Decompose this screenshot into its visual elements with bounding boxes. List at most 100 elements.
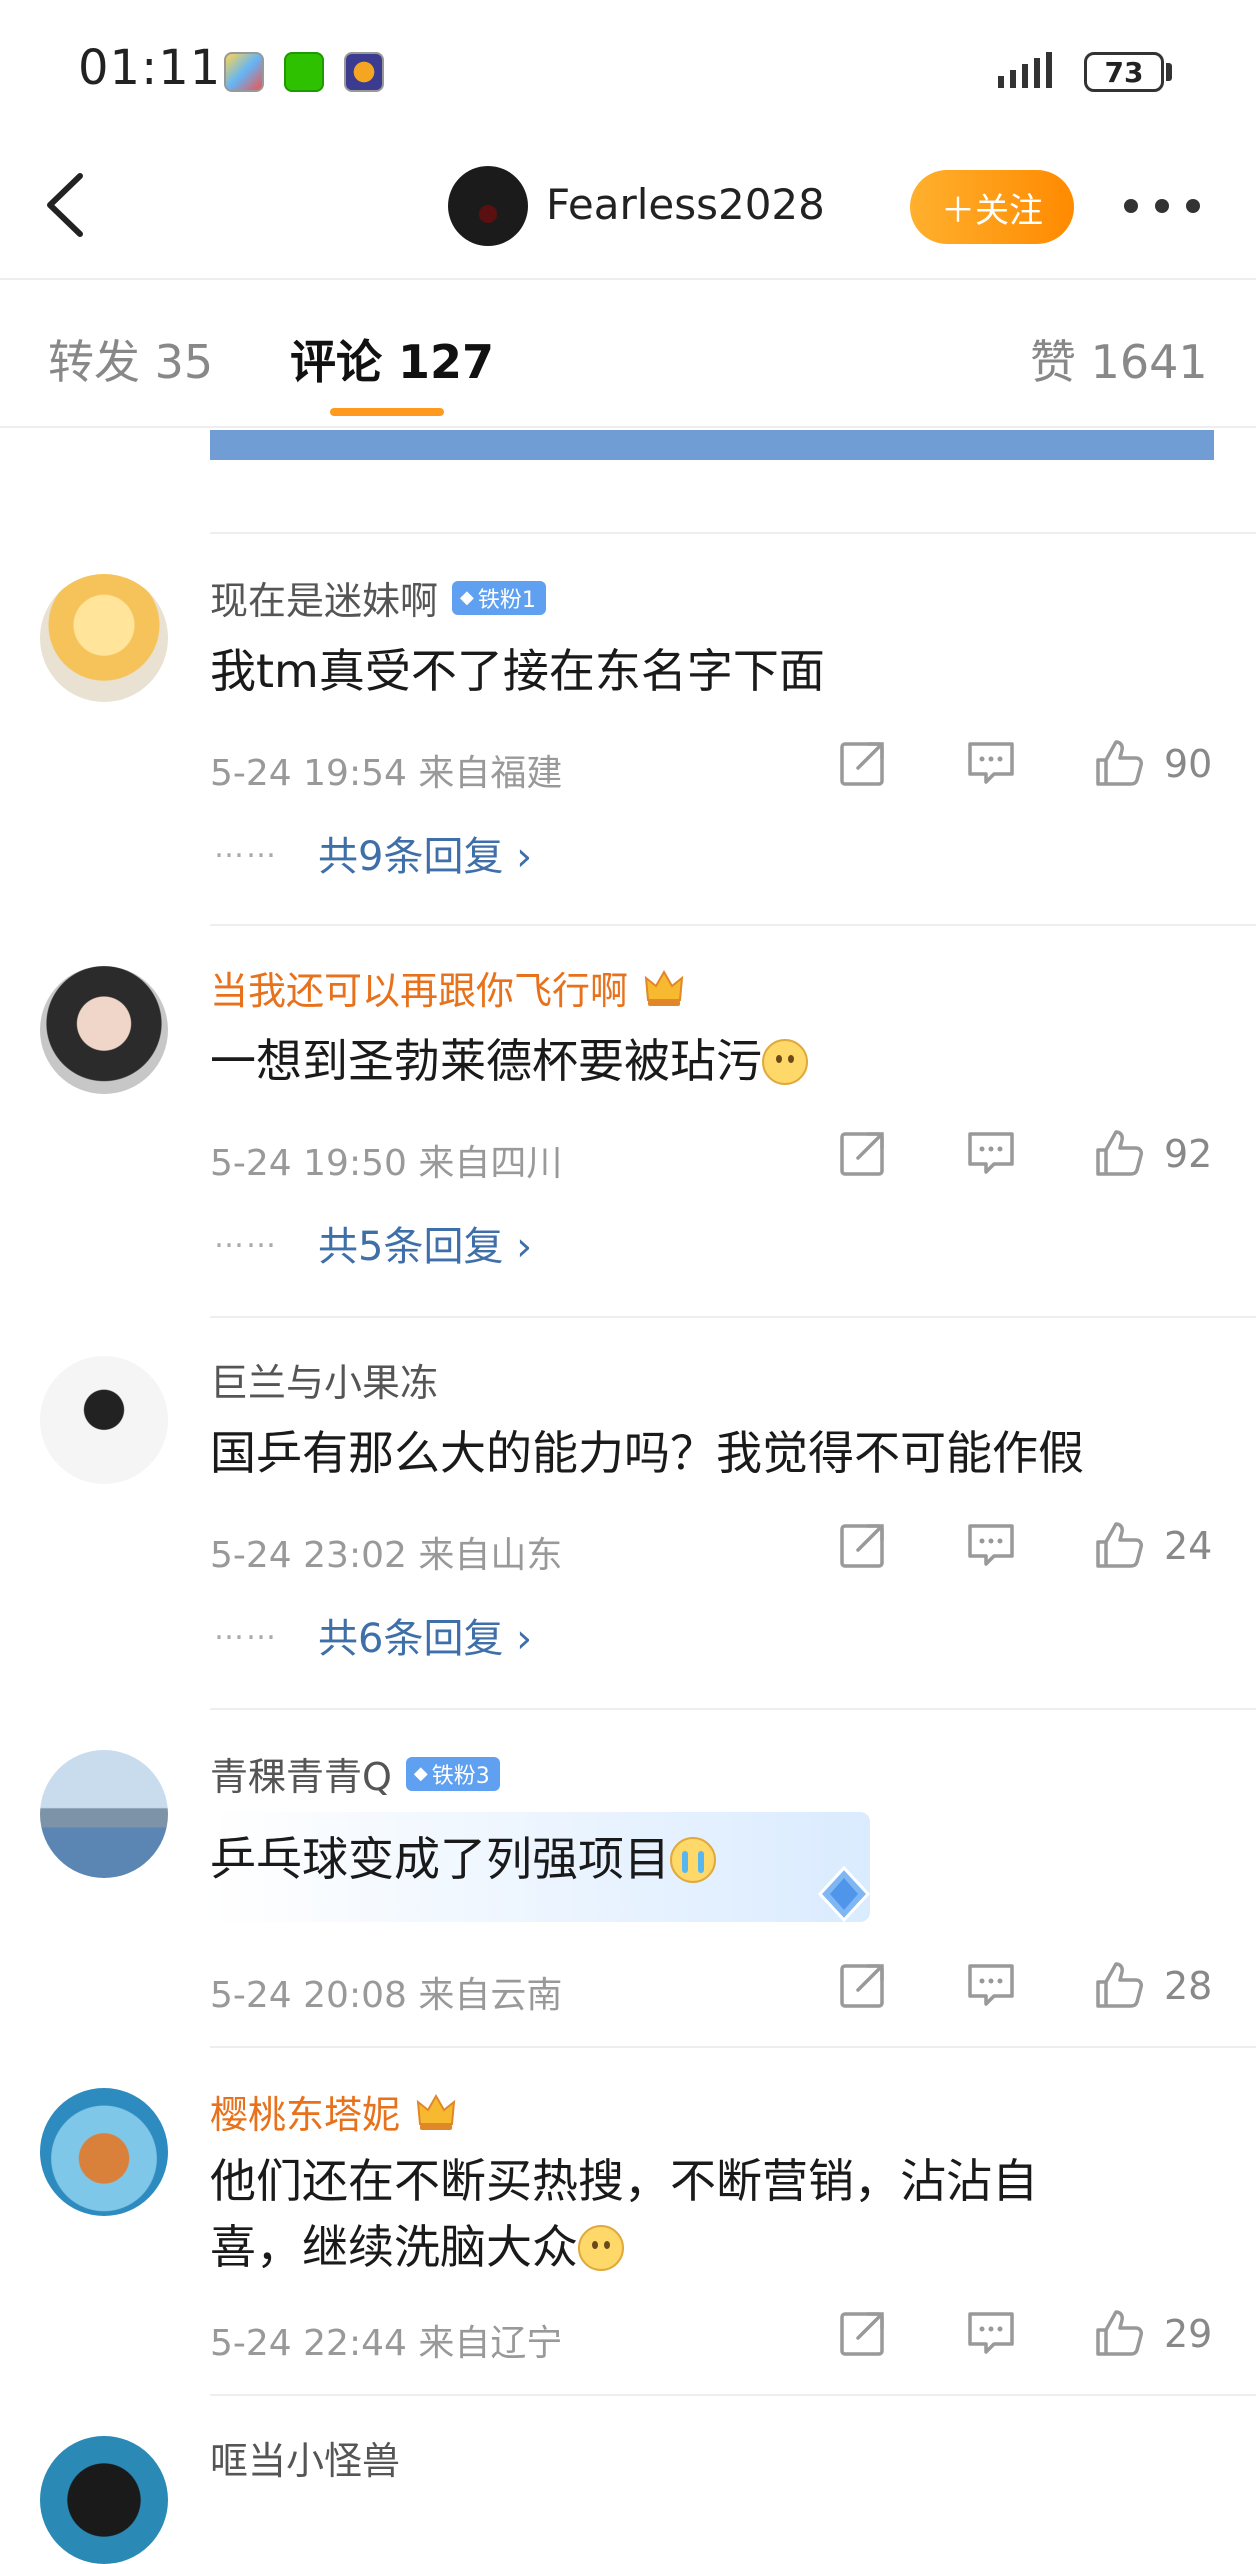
comment-divider [210, 1708, 1256, 1710]
comment-text: 乒乓球变成了列强项目 [210, 1826, 1170, 1892]
like-icon[interactable] [1092, 736, 1146, 790]
reply-dots: …… [214, 1220, 278, 1255]
reply-dots: …… [214, 830, 278, 865]
share-icon[interactable] [836, 1126, 890, 1180]
author-name[interactable]: Fearless2028 [546, 180, 825, 229]
battery-tip [1166, 63, 1172, 81]
comment-divider [210, 532, 1256, 534]
comment-icon[interactable] [964, 1518, 1018, 1572]
avatar[interactable] [40, 1750, 168, 1878]
battery-indicator: 73 [1084, 52, 1164, 92]
avatar[interactable] [40, 574, 168, 702]
comment-text: 我tm真受不了接在东名字下面 [210, 644, 825, 698]
avatar[interactable] [40, 2088, 168, 2216]
like-count: 92 [1164, 1132, 1213, 1176]
like-count: 29 [1164, 2312, 1213, 2356]
crown-icon [416, 2093, 456, 2130]
author-avatar[interactable] [448, 166, 528, 246]
comment-icon[interactable] [964, 736, 1018, 790]
diamond-icon: ◆ [460, 587, 474, 608]
comment-time: 5-24 22:44 [210, 2323, 407, 2364]
like-count: 24 [1164, 1524, 1213, 1568]
diamond-icon: ◆ [413, 1763, 428, 1784]
avatar[interactable] [40, 2436, 168, 2564]
tab-comments[interactable]: 评论 127 [290, 326, 494, 392]
comment-username[interactable]: 哐当小怪兽 [210, 2430, 400, 2485]
comment-divider [210, 2394, 1256, 2396]
comment-icon[interactable] [964, 2306, 1018, 2360]
share-icon[interactable] [836, 1958, 890, 2012]
comment-location: 来自福建 [418, 753, 563, 794]
comment-header: 现在是迷妹啊 ◆ 铁粉1 [210, 570, 546, 625]
view-replies-link[interactable]: 共6条回复 › [318, 1606, 532, 1664]
fan-badge-label: 铁粉3 [431, 1763, 490, 1789]
reply-dots: …… [214, 1612, 278, 1647]
comment-header: 当我还可以再跟你飞行啊 [210, 960, 686, 1015]
comment-divider [210, 1316, 1256, 1318]
comment-username[interactable]: 樱桃东塔妮 [210, 2084, 400, 2139]
comment-username[interactable]: 当我还可以再跟你飞行啊 [210, 960, 628, 1015]
comment-text-content: 乒乓球变成了列强项目 [210, 1832, 670, 1886]
back-arrow-icon[interactable] [40, 170, 100, 240]
comment-meta: 5-24 23:02 来自山东 [210, 1526, 562, 1578]
avatar[interactable] [40, 1356, 168, 1484]
share-icon[interactable] [836, 736, 890, 790]
comment-username[interactable]: 巨兰与小果冻 [210, 1352, 438, 1407]
like-icon[interactable] [1092, 1126, 1146, 1180]
header-divider [0, 278, 1256, 280]
comment-text: 他们还在不断买热搜，不断营销，沾沾自 [210, 2154, 1038, 2208]
share-icon[interactable] [836, 1518, 890, 1572]
signal-icon [998, 52, 1052, 88]
comment-location: 来自辽宁 [418, 2323, 563, 2364]
comment-text-content: 喜，继续洗脑大众 [210, 2220, 578, 2274]
comment-username[interactable]: 青稞青青Q [210, 1746, 392, 1801]
avatar[interactable] [40, 966, 168, 1094]
view-replies-link[interactable]: 共9条回复 › [318, 824, 532, 882]
comment-icon[interactable] [964, 1958, 1018, 2012]
comment-location: 来自山东 [418, 1535, 563, 1576]
tab-repost[interactable]: 转发 35 [48, 326, 213, 392]
comment-meta: 5-24 20:08 来自云南 [210, 1966, 562, 2018]
like-count: 90 [1164, 742, 1213, 786]
comment-divider [210, 2046, 1256, 2048]
like-icon[interactable] [1092, 2306, 1146, 2360]
comment-icon[interactable] [964, 1126, 1018, 1180]
more-options-icon[interactable] [1124, 196, 1200, 216]
comment-divider [210, 924, 1256, 926]
like-icon[interactable] [1092, 1958, 1146, 2012]
comment-location: 来自云南 [418, 1975, 563, 2016]
crying-emoji-icon [670, 1837, 716, 1883]
wechat-icon [284, 52, 324, 92]
smile-emoji-icon [578, 2225, 624, 2271]
comment-meta: 5-24 19:54 来自福建 [210, 744, 562, 796]
comment-username[interactable]: 现在是迷妹啊 [210, 570, 438, 625]
share-icon[interactable] [836, 2306, 890, 2360]
follow-button[interactable]: ＋关注 [910, 170, 1074, 244]
like-count: 28 [1164, 1964, 1213, 2008]
smile-emoji-icon [762, 1039, 808, 1085]
tab-likes[interactable]: 赞 1641 [1030, 326, 1208, 392]
crown-icon [644, 969, 684, 1006]
app-notification-icon [224, 52, 264, 92]
game-app-icon [344, 52, 384, 92]
comment-time: 5-24 20:08 [210, 1975, 407, 2016]
status-time: 01:11 [78, 40, 222, 96]
comment-header: 青稞青青Q ◆ 铁粉3 [210, 1746, 500, 1801]
partial-image-strip [210, 430, 1214, 460]
comment-time: 5-24 23:02 [210, 1535, 407, 1576]
comment-text: 一想到圣勃莱德杯要被玷污 [210, 1028, 1170, 1094]
comment-text-content: 一想到圣勃莱德杯要被玷污 [210, 1034, 762, 1088]
fan-badge: ◆ 铁粉1 [452, 580, 546, 615]
active-tab-indicator [330, 408, 444, 416]
comment-time: 5-24 19:54 [210, 753, 407, 794]
comment-header: 樱桃东塔妮 [210, 2084, 458, 2139]
comment-location: 来自四川 [418, 1143, 563, 1184]
comment-meta: 5-24 22:44 来自辽宁 [210, 2314, 562, 2366]
view-replies-link[interactable]: 共5条回复 › [318, 1214, 532, 1272]
comment-text: 国乒有那么大的能力吗？我觉得不可能作假 [210, 1426, 1084, 1480]
tabs-divider [0, 426, 1256, 428]
comment-time: 5-24 19:50 [210, 1143, 407, 1184]
like-icon[interactable] [1092, 1518, 1146, 1572]
fan-badge: ◆ 铁粉3 [405, 1756, 500, 1791]
comment-text: 喜，继续洗脑大众 [210, 2214, 1170, 2280]
